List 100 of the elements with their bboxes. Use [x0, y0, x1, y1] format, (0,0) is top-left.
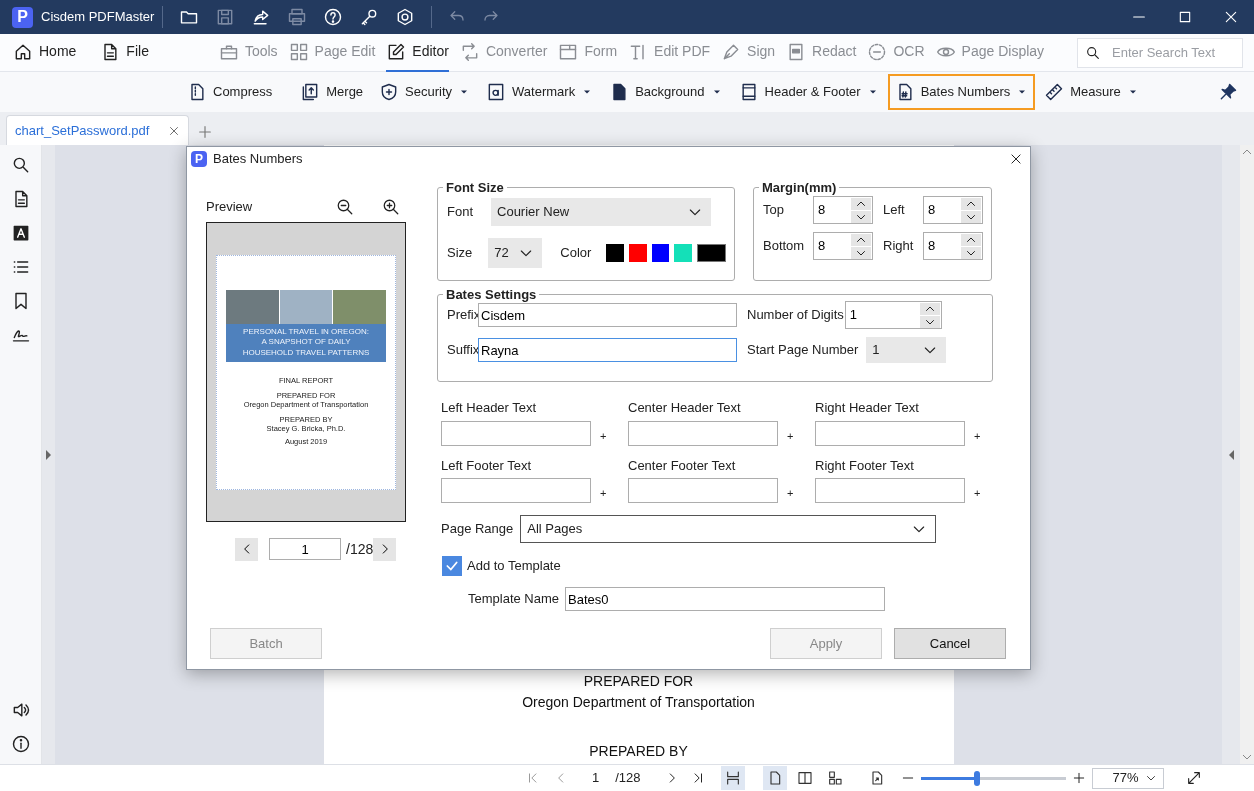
- field-label: Right Footer Text: [815, 456, 915, 475]
- text-field[interactable]: [628, 420, 778, 446]
- add-field-button[interactable]: +: [600, 485, 607, 502]
- ribbon-button[interactable]: Watermark: [479, 74, 601, 110]
- fullscreen-icon[interactable]: [1185, 770, 1202, 786]
- group-title: Margin(mm): [761, 181, 838, 194]
- nav-link[interactable]: File: [100, 33, 149, 72]
- field-label: Right: [883, 237, 915, 256]
- print-icon[interactable]: [287, 7, 308, 27]
- scroll-up-icon[interactable]: [1243, 149, 1251, 155]
- previous-page-button[interactable]: [235, 537, 258, 561]
- add-field-button[interactable]: +: [787, 485, 794, 502]
- field-label: Size: [447, 244, 473, 263]
- field-label: Left Footer Text: [441, 456, 533, 475]
- start-page-dropdown[interactable]: 1: [866, 337, 947, 363]
- field-label: Right Header Text: [815, 399, 920, 417]
- ribbon-button[interactable]: Measure: [1037, 74, 1146, 110]
- zoom-out-icon[interactable]: [336, 197, 355, 216]
- field-label: Top: [763, 201, 785, 220]
- color-swatch[interactable]: [606, 244, 624, 262]
- ruler-icon: [1044, 82, 1065, 102]
- view-button[interactable]: [762, 766, 787, 790]
- app-logo: P: [12, 6, 33, 28]
- info-icon[interactable]: [10, 734, 31, 754]
- nav-link[interactable]: Home: [13, 33, 77, 72]
- two-page-icon: [796, 770, 813, 786]
- close-icon[interactable]: [1223, 9, 1239, 25]
- page-text: Oregon Department of Transportation: [522, 693, 755, 712]
- cover-title: PERSONAL TRAVEL IN OREGON: A SNAPSHOT OF DAILY HOUSEHOLD TRAVEL PATTERNS: [226, 323, 386, 362]
- add-field-button[interactable]: +: [787, 427, 794, 445]
- search-field[interactable]: Enter Search Text: [1077, 37, 1243, 68]
- text-field[interactable]: [815, 420, 965, 446]
- scroll-down-icon[interactable]: [1243, 754, 1251, 760]
- font-dropdown[interactable]: Courier New: [491, 198, 711, 226]
- ribbon-button[interactable]: Header & Footer: [731, 74, 886, 110]
- field-label: Suffix: [447, 341, 478, 360]
- ribbon-button[interactable]: Background: [602, 74, 730, 110]
- dialog-logo: P: [191, 151, 207, 167]
- ribbon-button[interactable]: Bates Numbers: [887, 74, 1036, 110]
- field-label: Color: [560, 244, 592, 263]
- scroll-view-icon: [826, 770, 843, 786]
- text-field[interactable]: [441, 420, 591, 446]
- group-title: Font Size: [445, 181, 505, 194]
- text-field[interactable]: Bates0: [565, 587, 886, 611]
- field-label: Center Footer Text: [628, 456, 737, 475]
- grid-icon: [288, 41, 309, 62]
- page-number-field[interactable]: 1: [269, 538, 341, 560]
- add-field-button[interactable]: +: [974, 427, 981, 445]
- color-swatch[interactable]: [628, 244, 647, 262]
- app-title: Cisdem PDFMaster: [41, 8, 155, 27]
- expand-icon[interactable]: [45, 449, 52, 460]
- text-field[interactable]: Cisdem: [478, 303, 737, 327]
- maximize-icon[interactable]: [1177, 9, 1193, 25]
- fit-width-icon: [724, 770, 741, 786]
- current-color-swatch[interactable]: [696, 244, 726, 262]
- preview-label: Preview: [206, 198, 253, 216]
- photo-placeholder: [226, 289, 279, 324]
- field-label: Left: [883, 201, 906, 220]
- scrollbar[interactable]: [1240, 145, 1254, 764]
- text-field[interactable]: Rayna: [478, 338, 737, 362]
- dialog-button[interactable]: Cancel: [894, 628, 1006, 659]
- field-label: Template Name: [468, 590, 560, 609]
- page-number[interactable]: 1: [592, 768, 600, 788]
- dialog-title: Bates Numbers: [213, 150, 303, 169]
- checkbox-label[interactable]: Add to Template: [467, 556, 561, 576]
- zoom-dropdown[interactable]: 77%: [1091, 767, 1164, 789]
- collapse-icon[interactable]: [1227, 449, 1235, 460]
- edit-icon: [386, 41, 407, 62]
- slider-thumb[interactable]: [974, 770, 981, 786]
- scan-icon: [867, 41, 888, 62]
- page-text: PREPARED FOR: [583, 672, 694, 691]
- check-icon: [445, 559, 459, 573]
- checkbox[interactable]: [442, 556, 462, 576]
- ribbon-button[interactable]: Security: [372, 74, 478, 110]
- text-field[interactable]: [628, 478, 778, 503]
- ribbon-button[interactable]: Merge: [293, 74, 371, 110]
- document-tab[interactable]: chart_SetPassword.pdf: [6, 115, 189, 145]
- color-swatch[interactable]: [674, 244, 692, 262]
- close-icon[interactable]: [1009, 152, 1023, 166]
- next-page-button[interactable]: [373, 537, 397, 561]
- zoom-in-icon[interactable]: [382, 197, 401, 216]
- color-swatch[interactable]: [651, 244, 670, 262]
- size-dropdown[interactable]: 72: [488, 238, 543, 268]
- page-count: /128: [346, 539, 374, 559]
- view-button[interactable]: [720, 766, 745, 790]
- add-field-button[interactable]: +: [974, 485, 981, 502]
- ribbon-button[interactable]: Compress: [180, 74, 280, 110]
- photo-placeholder: [279, 289, 333, 324]
- add-field-button[interactable]: +: [600, 427, 607, 445]
- text-field[interactable]: [441, 478, 591, 503]
- text-field[interactable]: [815, 478, 965, 503]
- group-title: Bates Settings: [445, 288, 538, 301]
- field-label: Number of Digits: [747, 306, 844, 325]
- page-count: /128: [615, 769, 641, 788]
- page-range-dropdown[interactable]: All Pages: [520, 515, 937, 543]
- field-label: Start Page Number: [747, 341, 859, 360]
- help-icon[interactable]: [323, 7, 344, 27]
- search-icon: [1085, 44, 1101, 61]
- field-label: Center Header Text: [628, 399, 742, 417]
- field-label: Left Header Text: [441, 399, 538, 417]
